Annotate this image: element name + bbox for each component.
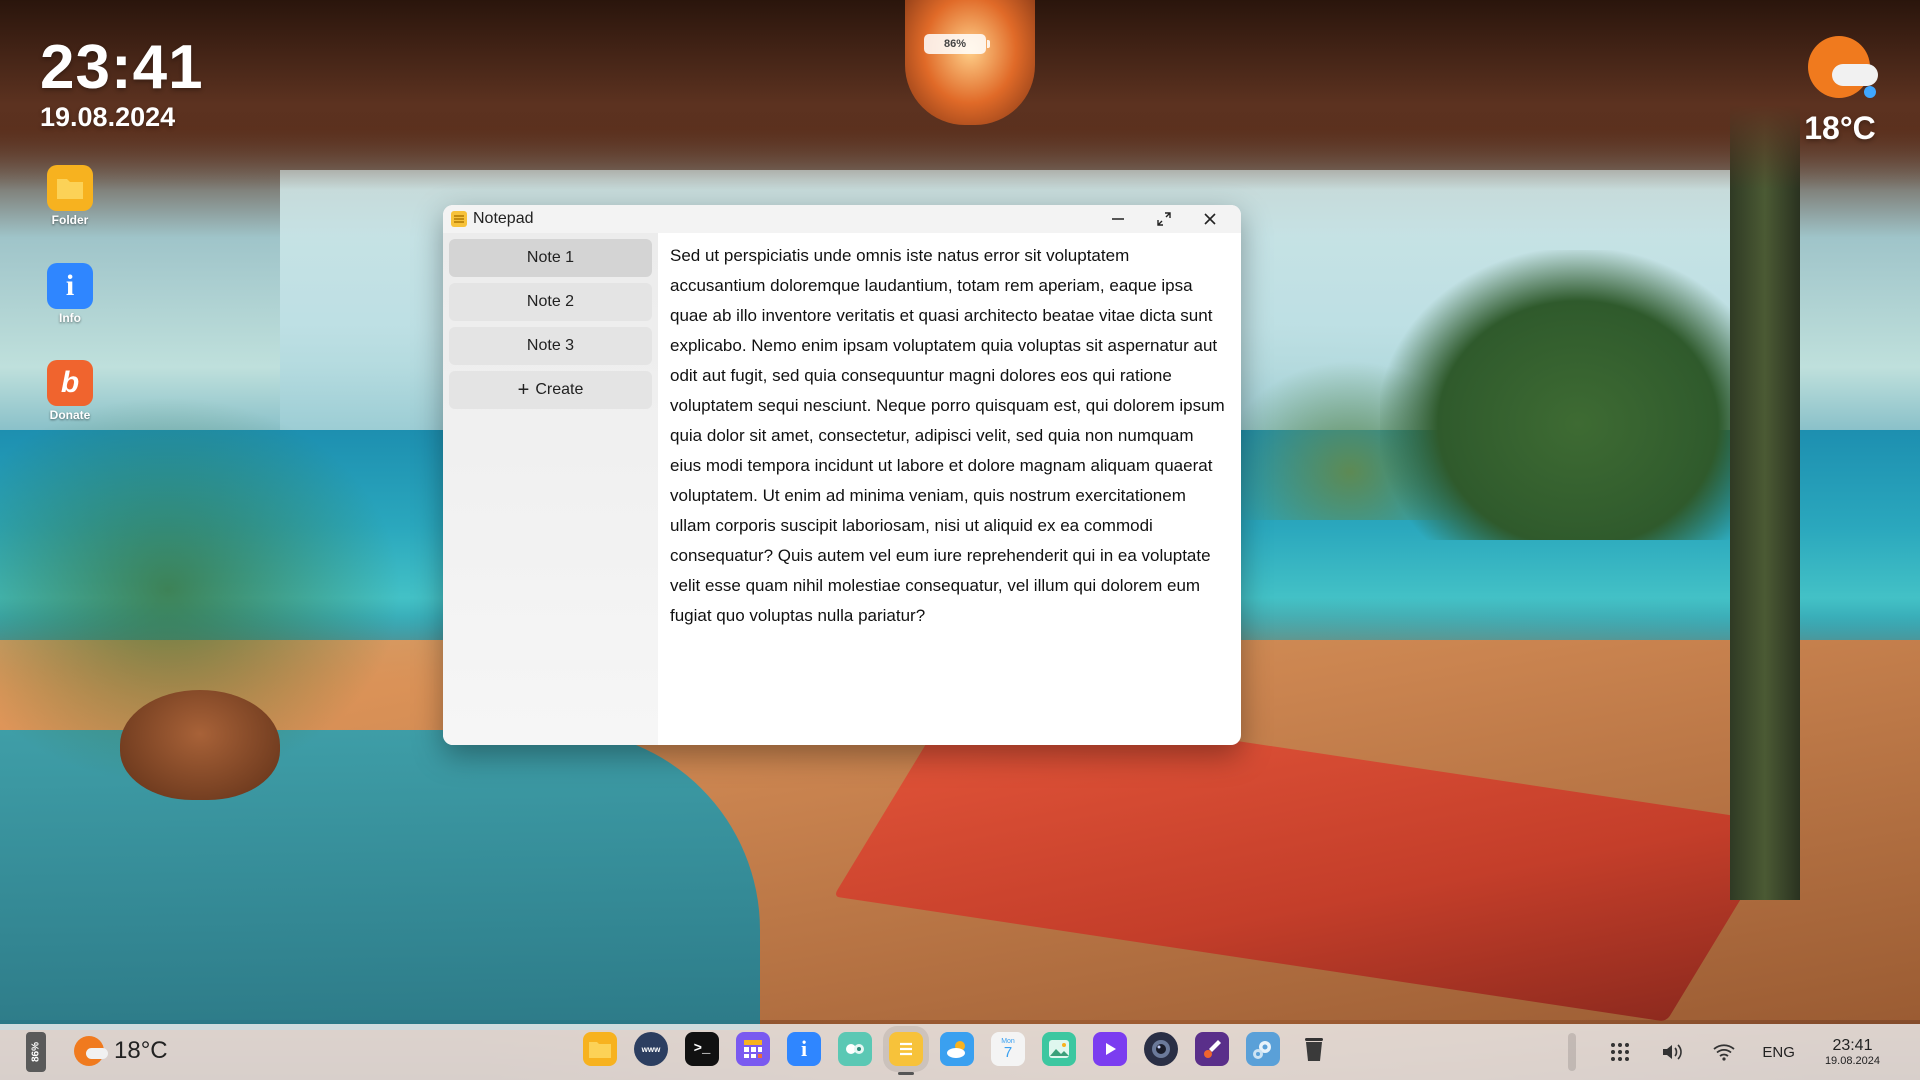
- paint-icon[interactable]: [1195, 1032, 1229, 1066]
- partly-cloudy-icon: [72, 1034, 108, 1068]
- taskbar-battery[interactable]: 86%: [26, 1032, 46, 1072]
- note-editor[interactable]: Sed ut perspiciatis unde omnis iste natu…: [658, 233, 1241, 745]
- desktop-icon-donate[interactable]: b Donate: [42, 360, 98, 422]
- taskbar-weather[interactable]: 18°C: [72, 1034, 168, 1068]
- desktop-icon-folder[interactable]: Folder: [42, 165, 98, 227]
- system-tray: ENG 23:41 19.08.2024: [1568, 1024, 1920, 1080]
- desktop-clock: 23:41 19.08.2024: [40, 33, 204, 133]
- weather-widget[interactable]: 18°C: [1790, 36, 1890, 147]
- play-icon[interactable]: [1093, 1032, 1127, 1066]
- volume-icon[interactable]: [1658, 1038, 1686, 1066]
- taskbar: 86% 18°C www >_ i Mon 7 ENG 23:41 19.08.…: [0, 1024, 1920, 1080]
- gear-icon[interactable]: [1246, 1032, 1280, 1066]
- info-icon[interactable]: i: [787, 1032, 821, 1066]
- notes-sidebar: Note 1 Note 2 Note 3 + Create: [443, 233, 658, 745]
- calendar-day: 7: [1003, 1044, 1013, 1061]
- info-icon: i: [47, 263, 93, 309]
- folder-icon[interactable]: [583, 1032, 617, 1066]
- camera-icon[interactable]: [1144, 1032, 1178, 1066]
- minimize-icon: [1112, 218, 1124, 220]
- weather-temperature: 18°C: [1804, 110, 1876, 146]
- close-button[interactable]: [1187, 205, 1233, 233]
- desktop-icon-label: Donate: [49, 408, 91, 422]
- create-note-button[interactable]: + Create: [449, 371, 652, 409]
- photos-icon[interactable]: [1042, 1032, 1076, 1066]
- desktop-icon-label: Info: [59, 311, 81, 325]
- folder-icon: [47, 165, 93, 211]
- plus-icon: +: [517, 379, 530, 401]
- note-item-2[interactable]: Note 2: [449, 283, 652, 321]
- app-dock: www >_ i Mon 7: [583, 1032, 1331, 1075]
- calculator-icon[interactable]: [736, 1032, 770, 1066]
- minimize-button[interactable]: [1095, 205, 1141, 233]
- notepad-icon: [451, 211, 467, 227]
- taskbar-clock[interactable]: 23:41 19.08.2024: [1825, 1037, 1880, 1067]
- app-grid-icon[interactable]: [1606, 1038, 1634, 1066]
- battery-indicator: 86%: [924, 34, 990, 54]
- partly-cloudy-icon: [1804, 36, 1878, 104]
- create-note-label: Create: [535, 381, 584, 398]
- donate-icon: b: [47, 360, 93, 406]
- window-titlebar[interactable]: Notepad: [443, 205, 1241, 233]
- calendar-icon[interactable]: Mon 7: [991, 1032, 1025, 1066]
- trash-icon[interactable]: [1297, 1032, 1331, 1066]
- wifi-icon[interactable]: [1710, 1038, 1738, 1066]
- note-item-1[interactable]: Note 1: [449, 239, 652, 277]
- taskbar-clock-time: 23:41: [1832, 1037, 1873, 1054]
- tray-divider: [1568, 1033, 1577, 1071]
- language-indicator[interactable]: ENG: [1762, 1044, 1795, 1061]
- clock-time: 23:41: [40, 33, 204, 102]
- taskbar-weather-temp: 18°C: [114, 1037, 168, 1064]
- close-icon: [1204, 213, 1216, 225]
- notepad-window[interactable]: Notepad Note 1 Note 2 Note 3 + Create Se…: [443, 205, 1241, 745]
- notepad-icon[interactable]: [889, 1032, 923, 1075]
- terminal-icon[interactable]: >_: [685, 1032, 719, 1066]
- desktop-icon-info[interactable]: i Info: [42, 263, 98, 325]
- desktop-icon-label: Folder: [51, 213, 89, 227]
- globe-icon[interactable]: www: [634, 1032, 668, 1066]
- clock-date: 19.08.2024: [40, 102, 176, 132]
- taskbar-clock-date: 19.08.2024: [1824, 1055, 1880, 1067]
- maximize-button[interactable]: [1141, 205, 1187, 233]
- gamepad-icon[interactable]: [838, 1032, 872, 1066]
- window-title: Notepad: [473, 210, 534, 227]
- note-text[interactable]: Sed ut perspiciatis unde omnis iste natu…: [670, 241, 1229, 631]
- weather-icon[interactable]: [940, 1032, 974, 1066]
- note-item-3[interactable]: Note 3: [449, 327, 652, 365]
- expand-icon: [1157, 212, 1171, 226]
